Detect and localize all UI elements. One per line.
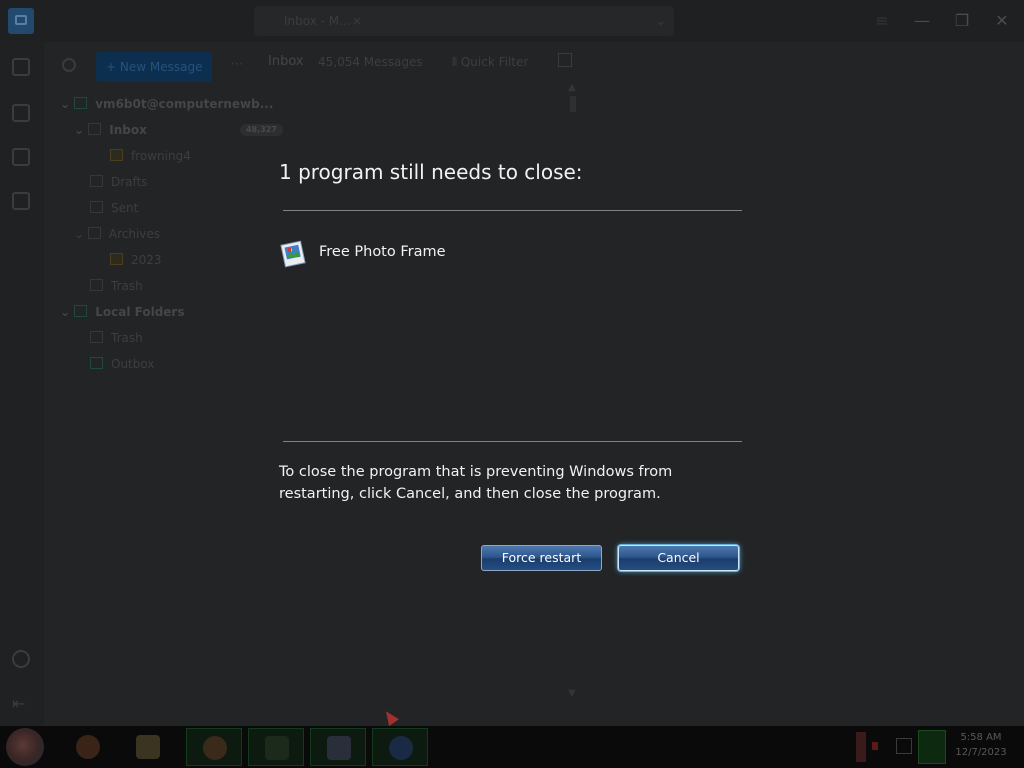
desktop-screen: Inbox - M... × ⌄ ≡ — ❐ ✕ ⇤ + New Message… <box>0 0 1024 768</box>
taskbar: 5:58 AM 12/7/2023 <box>0 726 1024 768</box>
tray-flag-icon[interactable] <box>856 732 866 762</box>
folder-pane-options-icon[interactable] <box>62 58 76 72</box>
programs-need-to-close-dialog: 1 program still needs to close: Free Pho… <box>264 140 760 600</box>
drafts-icon <box>90 175 103 187</box>
folder-2023[interactable]: 2023 <box>110 250 162 270</box>
clock-time: 5:58 AM <box>960 732 1002 743</box>
divider <box>283 441 742 442</box>
tab-list-icon[interactable]: ⌄ <box>656 6 666 36</box>
folder-pane: + New Message ⋯ ⌄ vm6b0t@computernewb...… <box>44 42 283 726</box>
app-icon <box>265 736 289 760</box>
title-bar: Inbox - M... × ⌄ ≡ — ❐ ✕ <box>0 0 1024 42</box>
folder-icon <box>110 253 123 265</box>
clock-date: 12/7/2023 <box>955 747 1007 758</box>
trash-icon <box>90 279 103 291</box>
thunderbird-icon <box>389 736 413 760</box>
archive-icon <box>87 227 101 239</box>
thunderbird-mail-icon[interactable] <box>8 8 34 34</box>
folder-drafts[interactable]: Drafts <box>90 172 148 192</box>
taskbar-firefox-button[interactable] <box>60 728 116 766</box>
close-icon[interactable]: ✕ <box>988 8 1016 34</box>
folder-inbox[interactable]: ⌄ Inbox 48,327 <box>74 120 283 140</box>
folder-account[interactable]: ⌄ vm6b0t@computernewb... <box>60 94 273 114</box>
quick-filter-button[interactable]: ⫴ Quick Filter <box>452 55 528 70</box>
folder-trash[interactable]: Trash <box>90 276 143 296</box>
more-options-icon[interactable]: ⋯ <box>230 56 244 72</box>
taskbar-photo-frame-button[interactable] <box>310 728 366 766</box>
account-icon <box>74 97 88 109</box>
taskbar-thunderbird-button[interactable] <box>372 728 428 766</box>
trash-icon <box>90 331 103 343</box>
settings-icon[interactable] <box>12 650 30 668</box>
taskbar-app-button[interactable] <box>248 728 304 766</box>
chrome-icon <box>203 736 227 760</box>
display-options-icon[interactable] <box>558 53 572 67</box>
taskbar-chrome-button[interactable] <box>186 728 242 766</box>
cancel-button[interactable]: Cancel <box>618 545 739 571</box>
inbox-icon <box>88 123 102 135</box>
folder-icon <box>136 735 160 759</box>
network-icon[interactable] <box>896 738 912 754</box>
minimize-icon[interactable]: — <box>908 8 936 34</box>
tab-close-icon[interactable]: × <box>352 6 362 36</box>
tray-app-icon[interactable] <box>918 730 946 764</box>
folder-local-trash[interactable]: Trash <box>90 328 143 348</box>
spaces-toolbar: ⇤ <box>0 42 44 726</box>
folder-frowning4[interactable]: frowning4 <box>110 146 191 166</box>
folder-name-label: Inbox <box>268 54 304 69</box>
restore-icon[interactable]: ❐ <box>948 8 976 34</box>
new-message-label: New Message <box>119 60 203 74</box>
divider <box>283 210 742 211</box>
message-count: 45,054 Messages <box>318 55 423 69</box>
photo-frame-icon <box>327 736 351 760</box>
outbox-icon <box>90 357 103 369</box>
app-menu-icon[interactable]: ≡ <box>868 8 896 34</box>
force-restart-button[interactable]: Force restart <box>481 545 602 571</box>
tasks-icon[interactable] <box>12 148 30 166</box>
scrollbar-thumb[interactable] <box>570 96 576 112</box>
tray-alert-icon[interactable] <box>872 742 878 750</box>
folder-local-folders[interactable]: ⌄ Local Folders <box>60 302 184 322</box>
chat-icon[interactable] <box>12 192 30 210</box>
dialog-heading: 1 program still needs to close: <box>279 160 583 184</box>
dialog-message: To close the program that is preventing … <box>279 464 673 502</box>
program-name: Free Photo Frame <box>319 244 446 260</box>
folder-archives[interactable]: ⌄ Archives <box>74 224 160 244</box>
photo-frame-icon <box>280 240 306 268</box>
scroll-down-icon[interactable]: ▼ <box>568 688 576 699</box>
taskbar-clock[interactable]: 5:58 AM 12/7/2023 <box>944 730 1018 760</box>
taskbar-explorer-button[interactable] <box>120 728 176 766</box>
collapse-arrow-icon[interactable]: ⇤ <box>12 694 25 713</box>
folder-outbox[interactable]: Outbox <box>90 354 154 374</box>
sent-icon <box>90 201 103 213</box>
firefox-icon <box>76 735 100 759</box>
new-message-button[interactable]: + New Message <box>96 52 212 82</box>
folder-sent[interactable]: Sent <box>90 198 138 218</box>
scroll-up-icon[interactable]: ▲ <box>568 82 576 93</box>
mail-icon[interactable] <box>12 58 30 76</box>
tab-title: Inbox - M... <box>284 14 351 28</box>
folder-icon <box>110 149 123 161</box>
unread-badge: 48,327 <box>240 124 283 136</box>
calendar-icon[interactable] <box>12 104 30 122</box>
local-folders-icon <box>74 305 88 317</box>
thread-pane-header: Inbox 45,054 Messages ⫴ Quick Filter <box>256 42 1024 82</box>
blocking-program-item: Free Photo Frame <box>279 238 579 270</box>
tab-inbox[interactable]: Inbox - M... × ⌄ <box>254 6 674 36</box>
start-button[interactable] <box>6 728 44 766</box>
